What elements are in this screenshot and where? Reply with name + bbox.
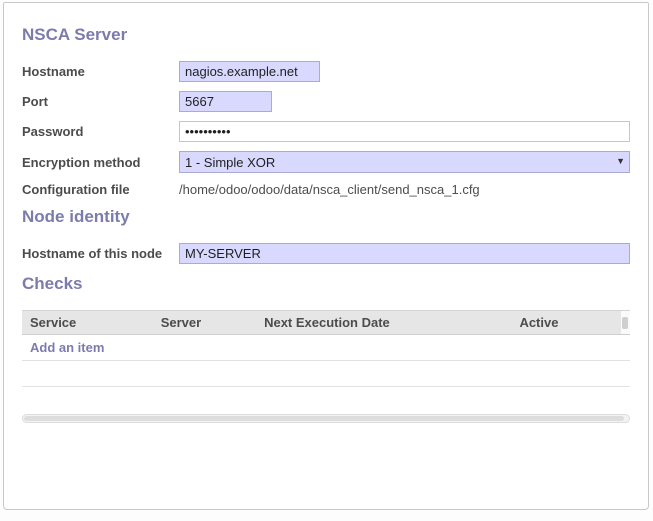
checks-table-header-row: Service Server Next Execution Date Activ… [22,311,630,335]
port-label: Port [22,94,179,109]
hostname-label: Hostname [22,64,179,79]
scrollbar-thumb[interactable] [622,317,628,329]
column-header-active: Active [511,311,620,335]
password-input[interactable] [179,121,630,142]
password-label: Password [22,124,179,139]
column-header-service: Service [22,311,153,335]
node-identity-form: Hostname of this node [22,243,630,264]
checks-table: Service Server Next Execution Date Activ… [22,310,630,387]
node-hostname-label: Hostname of this node [22,246,179,261]
encryption-method-select[interactable]: 1 - Simple XOR [179,151,630,173]
section-title-checks: Checks [22,274,630,294]
column-header-server: Server [153,311,256,335]
encryption-method-label: Encryption method [22,155,179,170]
nsca-server-form: Hostname Port Password Encryption method… [22,61,630,197]
add-item-row: Add an item [22,335,630,361]
port-input[interactable] [179,91,272,112]
configuration-file-label: Configuration file [22,182,179,197]
table-vertical-scrollbar[interactable] [621,311,630,335]
hostname-input[interactable] [179,61,320,82]
column-header-next-execution-date: Next Execution Date [256,311,511,335]
section-title-node-identity: Node identity [22,207,630,227]
section-title-nsca-server: NSCA Server [22,25,630,45]
horizontal-scrollbar[interactable] [22,414,630,423]
configuration-file-value: /home/odoo/odoo/data/nsca_client/send_ns… [179,180,480,199]
horizontal-scrollbar-thumb[interactable] [24,416,624,421]
empty-table-row [22,361,630,387]
node-hostname-input[interactable] [179,243,630,264]
form-view: NSCA Server Hostname Port Password Encry… [3,2,649,510]
add-an-item-link[interactable]: Add an item [30,340,104,355]
